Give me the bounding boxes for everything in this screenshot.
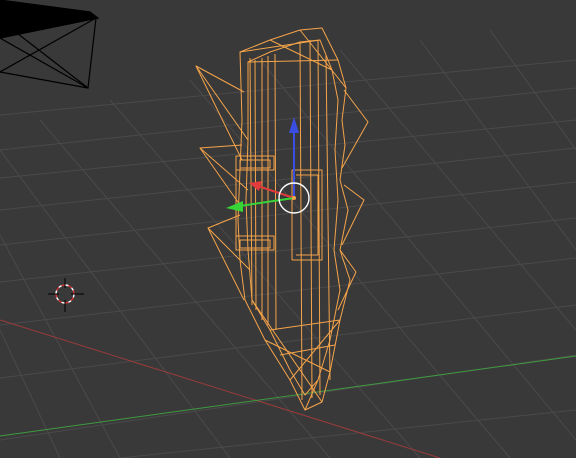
gizmo-pivot-dot	[292, 196, 296, 200]
3d-viewport[interactable]	[0, 0, 576, 458]
